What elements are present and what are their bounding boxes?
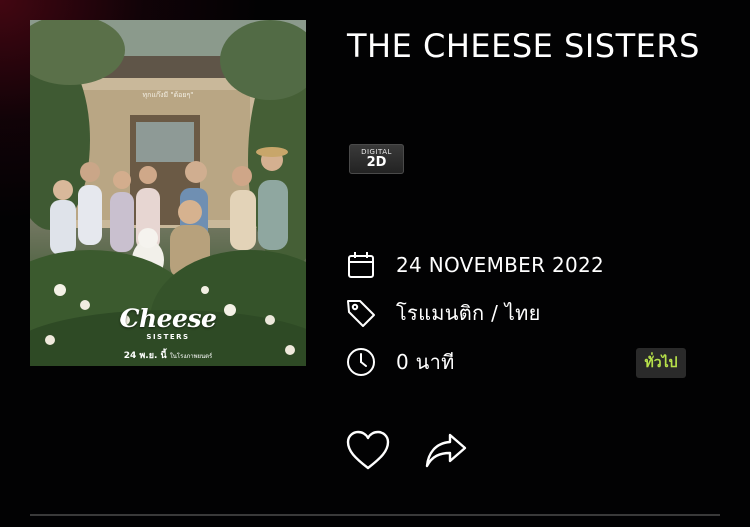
genre-row: โรแมนติก / ไทย [345, 297, 541, 329]
genre: โรแมนติก / ไทย [396, 301, 541, 325]
section-divider [30, 514, 720, 516]
duration: 0 นาที [396, 350, 455, 374]
share-icon [425, 433, 467, 468]
rating-badge: ทั่วไป [636, 348, 686, 378]
like-button[interactable] [345, 428, 391, 474]
poster-logo: Cheese [119, 304, 217, 333]
tag-icon [345, 297, 377, 329]
clock-icon [345, 346, 377, 378]
format-badge-line2: 2D [366, 155, 387, 170]
movie-title: THE CHEESE SISTERS [347, 27, 700, 65]
poster-release-text: 24 พ.ย. นี้ ในโรงภาพยนตร์ [30, 348, 306, 362]
format-badge: DIGITAL 2D [349, 144, 404, 174]
poster-tagline: ทุกแก๊งมี "ด้อยๆ" [142, 91, 194, 99]
share-button[interactable] [423, 428, 469, 474]
poster-date-sub: ในโรงภาพยนตร์ [169, 353, 213, 360]
release-date: 24 NOVEMBER 2022 [396, 253, 605, 277]
heart-icon [346, 430, 390, 470]
movie-detail-page: ทุกแก๊งมี "ด้อยๆ" Cheese SISTERS 24 พ.ย.… [0, 0, 750, 527]
poster-logo-subtitle: SISTERS [146, 333, 190, 341]
poster-date: 24 พ.ย. นี้ [123, 351, 167, 361]
release-date-row: 24 NOVEMBER 2022 [345, 249, 604, 281]
calendar-icon [345, 249, 377, 281]
movie-poster: ทุกแก๊งมี "ด้อยๆ" Cheese SISTERS 24 พ.ย.… [30, 20, 306, 366]
duration-row: 0 นาที [345, 346, 455, 378]
